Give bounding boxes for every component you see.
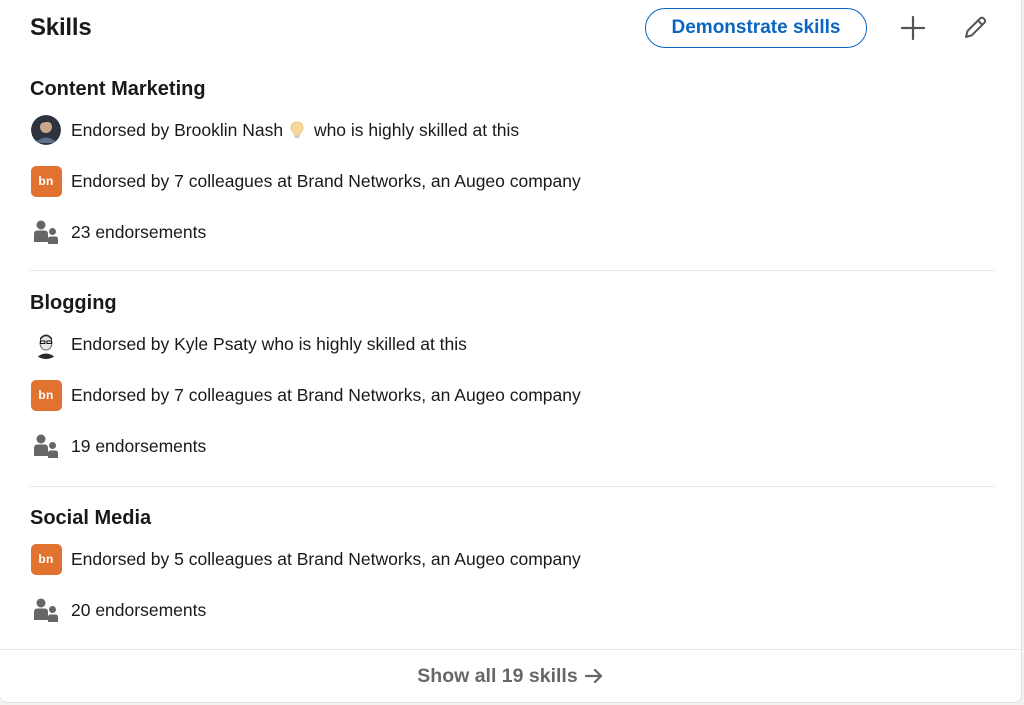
add-skill-button[interactable] — [893, 8, 933, 48]
endorsement-count-row[interactable]: 20 endorsements — [30, 593, 995, 627]
company-endorsement-row[interactable]: bn Endorsed by 7 colleagues at Brand Net… — [30, 378, 995, 412]
skill-item: Social Media bn Endorsed by 5 colleagues… — [30, 504, 995, 627]
skill-name[interactable]: Blogging — [30, 289, 995, 317]
company-endorsement-text: Endorsed by 7 colleagues at Brand Networ… — [71, 384, 581, 405]
lightbulb-icon — [290, 121, 304, 138]
show-all-label: Show all 19 skills — [417, 664, 578, 687]
avatar — [31, 115, 61, 145]
endorsement-count: 19 endorsements — [71, 435, 207, 456]
demonstrate-skills-button[interactable]: Demonstrate skills — [645, 8, 867, 48]
endorsement-count: 20 endorsements — [71, 599, 207, 620]
endorser-row[interactable]: Endorsed by Kyle Psaty who is highly ski… — [30, 327, 995, 361]
show-all-skills-button[interactable]: Show all 19 skills — [0, 649, 1021, 702]
people-icon — [34, 220, 58, 244]
skills-header: Skills Demonstrate skills — [30, 6, 995, 50]
people-icon — [34, 434, 58, 458]
plus-icon — [900, 15, 926, 41]
skill-item: Content Marketing Endorsed by Brooklin N… — [30, 75, 995, 249]
endorser-suffix: who is highly skilled at this — [309, 119, 520, 140]
endorser-name[interactable]: Kyle Psaty — [174, 334, 257, 355]
endorser-prefix: Endorsed by — [71, 333, 175, 354]
skills-card: Skills Demonstrate skills Content Market… — [0, 0, 1022, 703]
endorsement-count-row[interactable]: 19 endorsements — [30, 429, 995, 463]
arrow-right-icon — [584, 668, 602, 684]
divider — [30, 486, 995, 487]
company-endorsement-text: Endorsed by 5 colleagues at Brand Networ… — [71, 548, 581, 569]
skill-item: Blogging Endorsed by Kyle Psaty who is h… — [30, 289, 995, 463]
endorser-prefix: Endorsed by — [71, 119, 175, 140]
company-logo: bn — [30, 543, 62, 575]
company-endorsement-text: Endorsed by 7 colleagues at Brand Networ… — [71, 170, 581, 191]
endorser-row[interactable]: Endorsed by Brooklin Nash who is highly … — [30, 113, 995, 147]
avatar — [31, 329, 61, 359]
people-icon — [34, 598, 58, 622]
endorsement-count: 23 endorsements — [71, 221, 207, 242]
company-logo: bn — [30, 379, 62, 411]
company-endorsement-row[interactable]: bn Endorsed by 7 colleagues at Brand Net… — [30, 164, 995, 198]
endorser-suffix: who is highly skilled at this — [256, 333, 467, 354]
endorser-name[interactable]: Brooklin Nash — [174, 120, 283, 141]
endorsement-count-row[interactable]: 23 endorsements — [30, 215, 995, 249]
skill-name[interactable]: Social Media — [30, 504, 995, 532]
pencil-icon — [965, 16, 987, 38]
skill-name[interactable]: Content Marketing — [30, 75, 995, 103]
company-logo: bn — [30, 165, 62, 197]
divider — [30, 270, 995, 271]
edit-skills-button[interactable] — [955, 8, 995, 48]
company-endorsement-row[interactable]: bn Endorsed by 5 colleagues at Brand Net… — [30, 542, 995, 576]
section-title: Skills — [30, 14, 92, 41]
